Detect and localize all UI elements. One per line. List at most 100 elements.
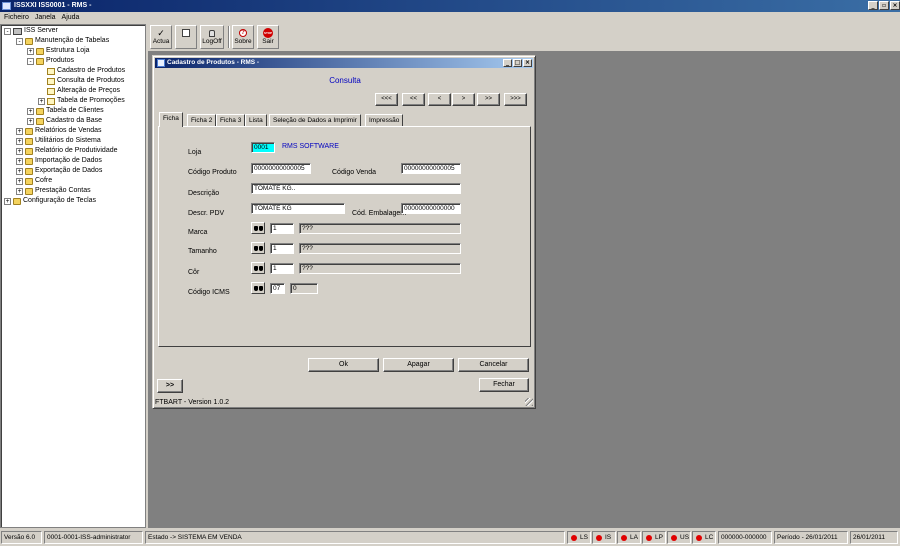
- tree-node[interactable]: + Tabela de Promoções: [38, 96, 125, 106]
- collapse-icon[interactable]: -: [27, 57, 34, 65]
- tree-node[interactable]: + Cadastro da Base: [27, 116, 102, 126]
- tree-node[interactable]: - ISS Server: [4, 26, 58, 36]
- collapse-icon[interactable]: -: [16, 37, 23, 45]
- led-label: LS: [580, 534, 588, 541]
- tree-node[interactable]: Consulta de Produtos: [38, 76, 124, 86]
- dialog-minimize-button[interactable]: _: [503, 59, 512, 67]
- tree-node[interactable]: - Manutenção de Tabelas: [16, 36, 109, 46]
- tree-node[interactable]: + Configuração de Teclas: [4, 196, 96, 206]
- expand-icon[interactable]: +: [27, 47, 34, 55]
- expand-icon[interactable]: +: [27, 107, 34, 115]
- tree-node[interactable]: + Relatórios de Vendas: [16, 126, 102, 136]
- marca-search-button[interactable]: [251, 222, 265, 234]
- sobre-label: Sobre: [234, 38, 252, 45]
- icms-description: 0: [290, 283, 318, 294]
- navigation-tree[interactable]: - ISS Server - Manutenção de Tabelas + Estrut…: [0, 24, 146, 528]
- collapse-icon[interactable]: -: [4, 27, 11, 35]
- codigo-icms-label: Código ICMS: [188, 289, 230, 296]
- tree-node[interactable]: + Prestação Contas: [16, 186, 91, 196]
- status-led-ls: LS: [567, 531, 591, 544]
- tree-node[interactable]: + Relatório de Produtividade: [16, 146, 118, 156]
- expand-icon[interactable]: +: [27, 117, 34, 125]
- nav-next-button[interactable]: >: [452, 93, 475, 106]
- app-title-bar[interactable]: ISSXXI ISS0001 - RMS - _ ▫ ×: [0, 0, 900, 12]
- tamanho-search-button[interactable]: [251, 242, 265, 254]
- expand-icon[interactable]: +: [16, 127, 23, 135]
- tree-node[interactable]: + Estrutura Loja: [27, 46, 90, 56]
- restore-button[interactable]: ▫: [879, 1, 889, 10]
- dialog-maximize-button[interactable]: □: [513, 59, 522, 67]
- marca-field[interactable]: 1: [270, 223, 294, 234]
- nav-prev-page-button[interactable]: <<: [402, 93, 425, 106]
- ok-button[interactable]: Ok: [308, 358, 379, 372]
- tree-node[interactable]: + Tabela de Clientes: [27, 106, 104, 116]
- nav-first-button[interactable]: <<<: [375, 93, 398, 106]
- tree-node-label: Estrutura Loja: [46, 47, 90, 54]
- expand-icon[interactable]: +: [16, 167, 23, 175]
- tree-node[interactable]: + Exportação de Dados: [16, 166, 102, 176]
- resize-grip[interactable]: [525, 398, 533, 406]
- codigo-venda-field[interactable]: 00000000000005: [401, 163, 461, 174]
- tab-ficha-2[interactable]: Ficha 2: [187, 114, 217, 126]
- tree-node[interactable]: - Produtos: [27, 56, 74, 66]
- expand-icon[interactable]: +: [16, 137, 23, 145]
- close-button[interactable]: ×: [890, 1, 900, 10]
- tree-node-label: Tabela de Clientes: [46, 107, 104, 114]
- tab-lista[interactable]: Lista: [245, 114, 267, 126]
- menu-janela[interactable]: Janela: [35, 12, 56, 23]
- descr-pdv-field[interactable]: TOMATE KG: [251, 203, 345, 214]
- apagar-button[interactable]: Apagar: [383, 358, 454, 372]
- cor-search-button[interactable]: [251, 262, 265, 274]
- sobre-button[interactable]: ? Sobre: [232, 25, 254, 49]
- expand-icon[interactable]: +: [4, 197, 11, 205]
- expand-icon[interactable]: +: [38, 97, 45, 105]
- logoff-button[interactable]: LogOff: [200, 25, 224, 49]
- document-button[interactable]: [175, 25, 197, 49]
- toolbar-separator: [228, 26, 230, 48]
- menu-ajuda[interactable]: Ajuda: [62, 12, 80, 23]
- cod-embalagem-field[interactable]: 00000000000000: [401, 203, 461, 214]
- expand-icon[interactable]: +: [16, 187, 23, 195]
- tab-ficha-3[interactable]: Ficha 3: [216, 114, 246, 126]
- tree-node[interactable]: Cadastro de Produtos: [38, 66, 125, 76]
- dialog-title-bar[interactable]: Cadastro de Produtos - RMS - _ □ ×: [155, 58, 533, 68]
- tree-node-label: Relatório de Produtividade: [35, 147, 118, 154]
- actua-button[interactable]: ✓ Actua: [150, 25, 172, 49]
- tree-node[interactable]: + Importação de Dados: [16, 156, 102, 166]
- loja-field[interactable]: 0001: [251, 142, 275, 153]
- estado-status: Estado -> SISTEMA EM VENDA: [145, 531, 565, 544]
- tree-node[interactable]: + Utilitários do Sistema: [16, 136, 101, 146]
- cor-field[interactable]: 1: [270, 263, 294, 274]
- tree-node[interactable]: + Cofre: [16, 176, 52, 186]
- descricao-field[interactable]: TOMATE KG..: [251, 183, 461, 194]
- sair-button[interactable]: STOP Sair: [257, 25, 279, 49]
- cor-description: ???: [299, 263, 461, 274]
- folder-icon: [36, 107, 44, 115]
- expand-icon[interactable]: +: [16, 157, 23, 165]
- menu-ficheiro[interactable]: Ficheiro: [4, 12, 29, 23]
- led-label: US: [680, 534, 690, 541]
- codigo-produto-field[interactable]: 00000000000005: [251, 163, 311, 174]
- tree-node[interactable]: Alteração de Preços: [38, 86, 120, 96]
- led-indicator-icon: [646, 534, 652, 541]
- nav-next-page-button[interactable]: >>: [477, 93, 500, 106]
- more-button[interactable]: >>: [157, 379, 183, 393]
- expand-icon[interactable]: +: [16, 177, 23, 185]
- tab-impressao[interactable]: Impressão: [365, 114, 404, 126]
- nav-prev-button[interactable]: <: [428, 93, 451, 106]
- tamanho-field[interactable]: 1: [270, 243, 294, 254]
- status-led-us: US: [667, 531, 691, 544]
- cancelar-button[interactable]: Cancelar: [458, 358, 529, 372]
- expand-icon[interactable]: +: [16, 147, 23, 155]
- dialog-close-button[interactable]: ×: [523, 59, 532, 67]
- stop-icon: STOP: [263, 28, 273, 38]
- icms-search-button[interactable]: [251, 282, 265, 294]
- icms-field[interactable]: 07: [270, 283, 285, 294]
- tab-ficha[interactable]: Ficha: [159, 112, 183, 127]
- minimize-button[interactable]: _: [868, 1, 878, 10]
- codigo-venda-label: Código Venda: [332, 169, 376, 176]
- fechar-button[interactable]: Fechar: [479, 378, 529, 392]
- nav-last-button[interactable]: >>>: [504, 93, 527, 106]
- cod-embalagem-label: Cód. Embalagem: [352, 210, 407, 217]
- tab-selecao-dados[interactable]: Seleção de Dados a Imprimir: [269, 114, 361, 126]
